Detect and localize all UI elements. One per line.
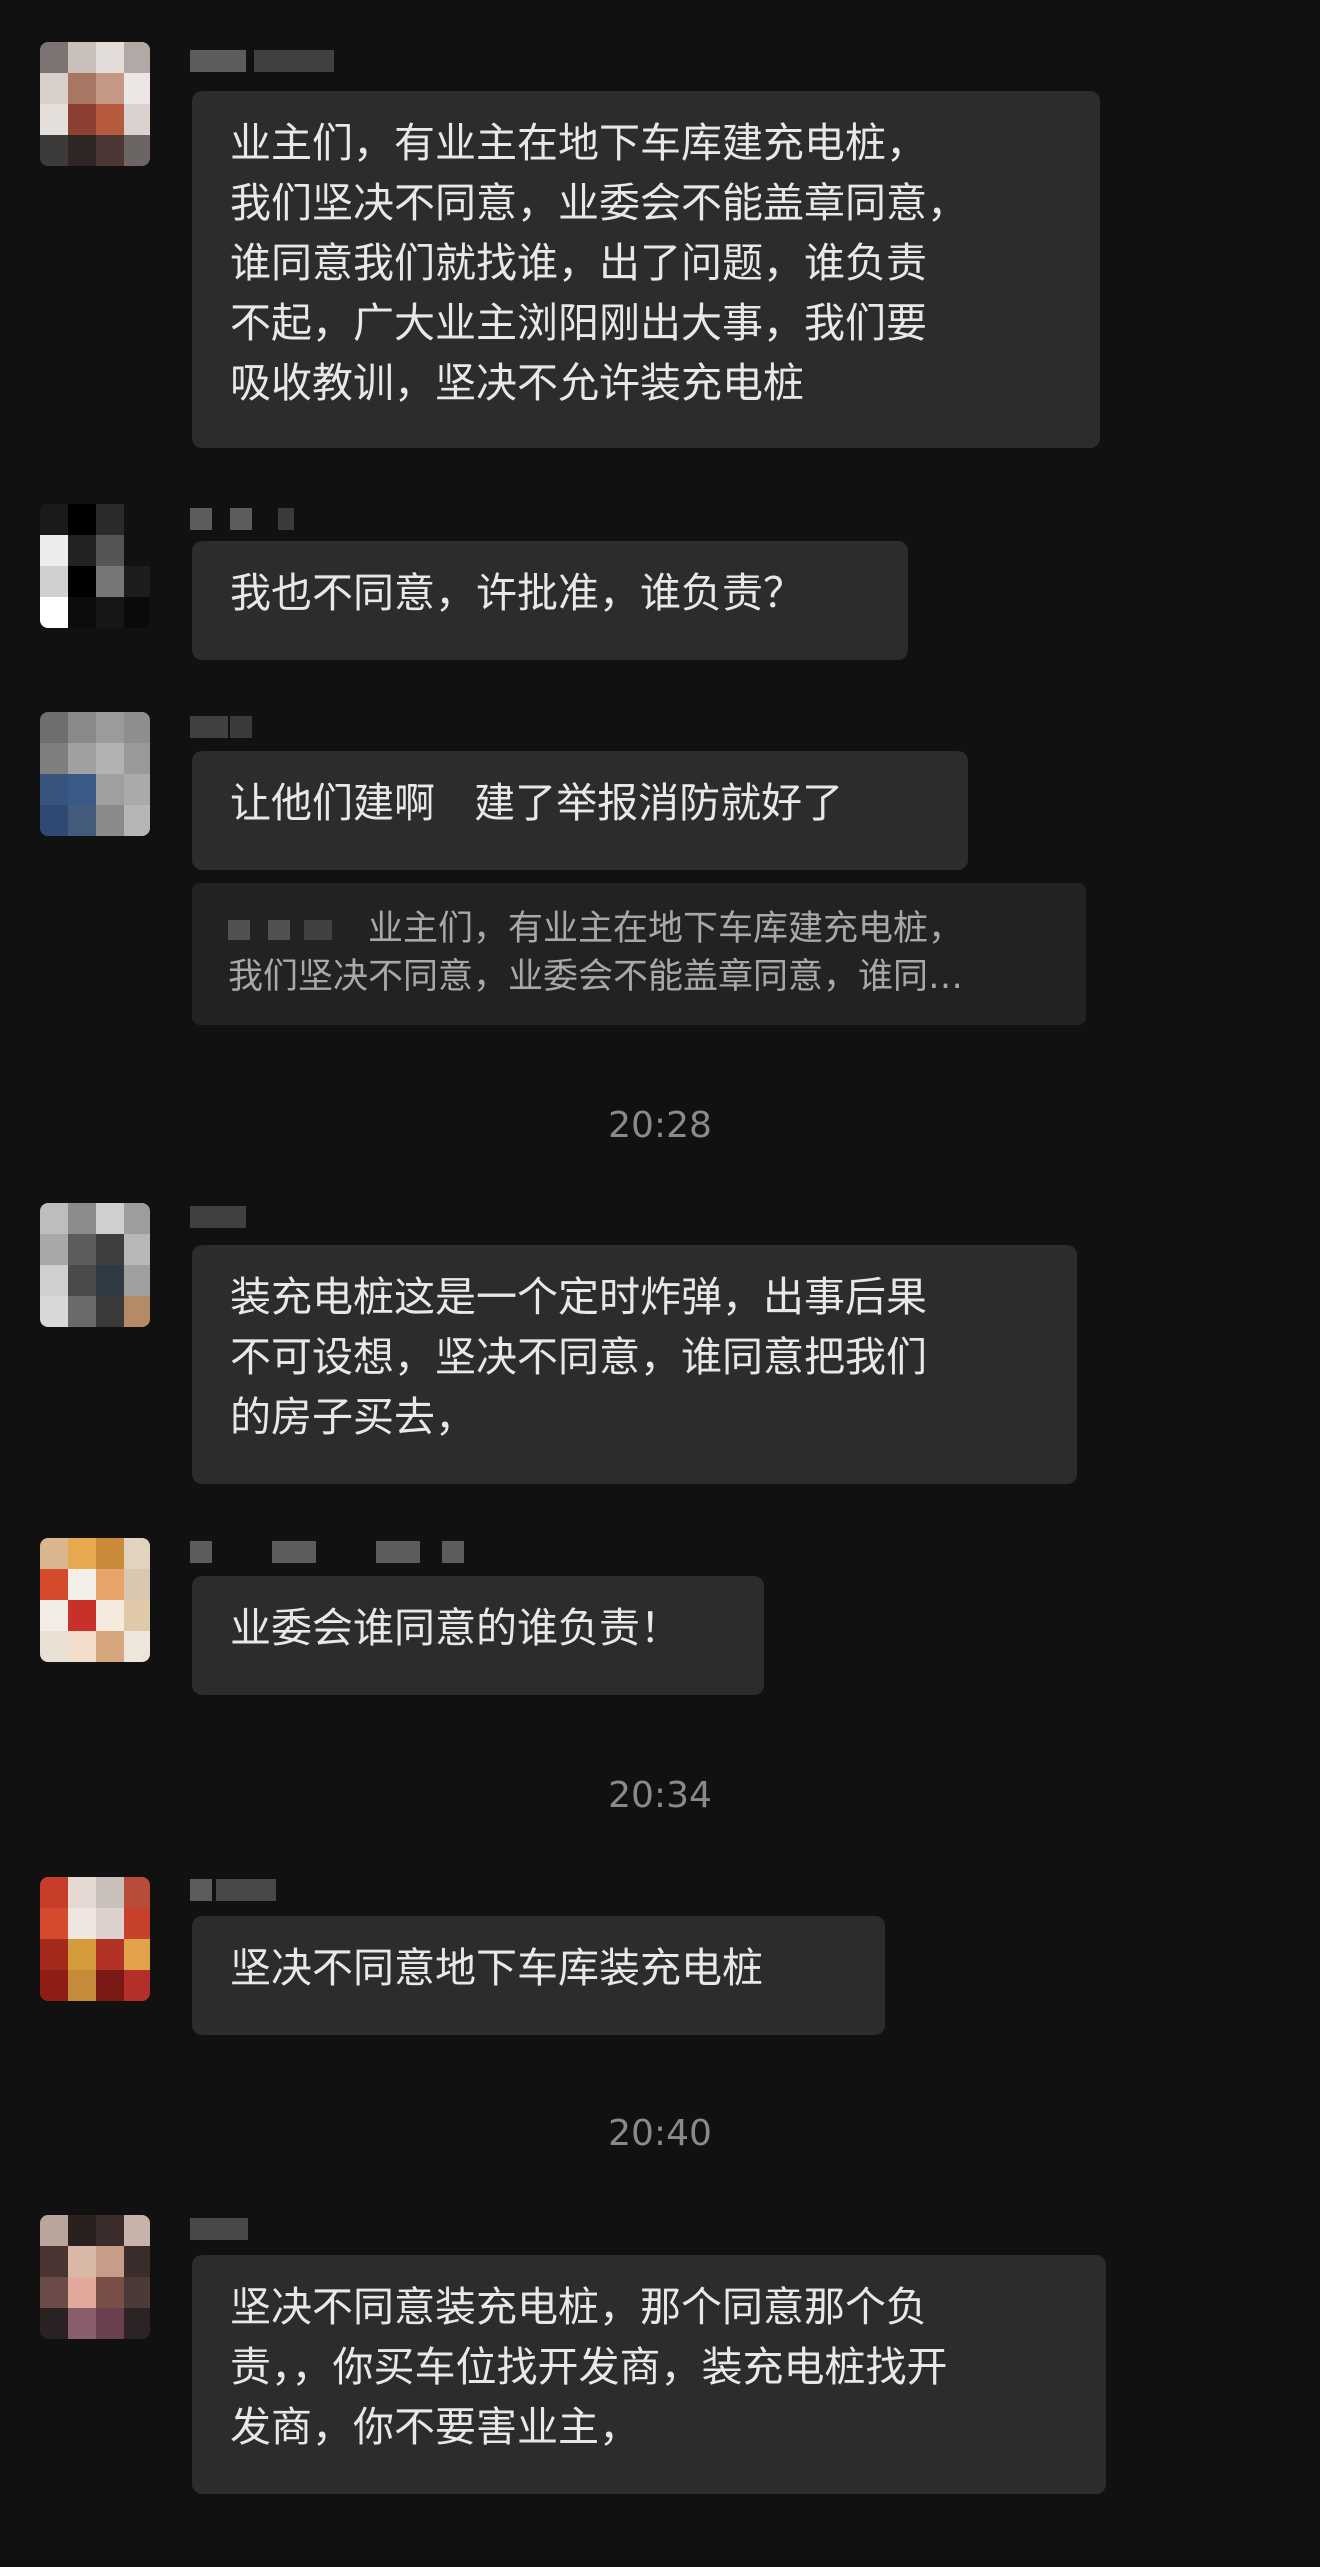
avatar[interactable] [40, 2215, 150, 2339]
sender-name-redacted [190, 1541, 490, 1565]
timestamp: 20:28 [608, 1105, 712, 1146]
message-bubble[interactable]: 让他们建啊 建了举报消防就好了 [192, 751, 968, 870]
sender-name-redacted [190, 1206, 350, 1230]
message-bubble[interactable]: 装充电桩这是一个定时炸弹，出事后果 不可设想，坚决不同意，谁同意把我们 的房子买… [192, 1245, 1077, 1484]
avatar[interactable] [40, 712, 150, 836]
message-bubble[interactable]: 坚决不同意装充电桩，那个同意那个负 责，，你买车位找开发商，装充电桩找开 发商，… [192, 2255, 1106, 2494]
avatar[interactable] [40, 1203, 150, 1327]
message-bubble[interactable]: 坚决不同意地下车库装充电桩 [192, 1916, 885, 2035]
quoted-sender-redacted [228, 920, 368, 940]
quoted-message[interactable]: 业主们，有业主在地下车库建充电桩， 我们坚决不同意，业委会不能盖章同意，谁同… [192, 883, 1086, 1025]
avatar[interactable] [40, 1877, 150, 2001]
avatar[interactable] [40, 1538, 150, 1662]
message-bubble[interactable]: 业主们，有业主在地下车库建充电桩， 我们坚决不同意，业委会不能盖章同意， 谁同意… [192, 91, 1100, 448]
message-bubble[interactable]: 我也不同意，许批准，谁负责？ [192, 541, 908, 660]
sender-name-redacted [190, 50, 350, 74]
timestamp: 20:40 [608, 2113, 712, 2154]
sender-name-redacted [190, 2218, 350, 2242]
sender-name-redacted [190, 1879, 350, 1903]
sender-name-redacted [190, 508, 350, 532]
avatar[interactable] [40, 42, 150, 166]
sender-name-redacted [190, 716, 350, 740]
avatar[interactable] [40, 504, 150, 628]
timestamp: 20:34 [608, 1775, 712, 1816]
chat-window[interactable]: 业主们，有业主在地下车库建充电桩， 我们坚决不同意，业委会不能盖章同意， 谁同意… [0, 0, 1320, 2567]
message-bubble[interactable]: 业委会谁同意的谁负责！ [192, 1576, 764, 1695]
